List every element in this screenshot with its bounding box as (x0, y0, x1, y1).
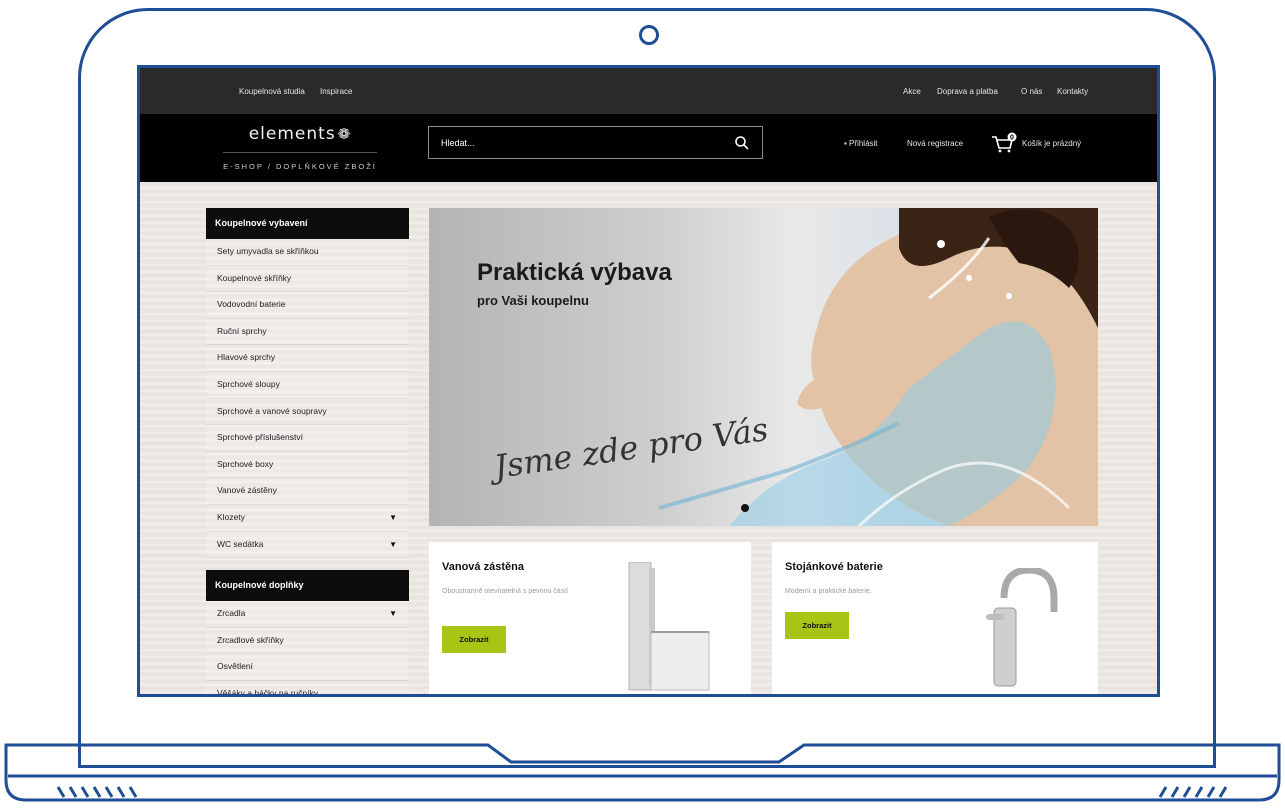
sidebar-item[interactable]: Sety umyvadla se skříňkou (206, 239, 409, 266)
sidebar-item[interactable]: Vodovodní baterie (206, 292, 409, 319)
cart-count: 0 (1010, 135, 1014, 142)
logo-subtitle: E-SHOP / DOPLŇKOVÉ ZBOŽÍ (223, 162, 377, 171)
hero-subtitle: pro Vaši koupelnu (477, 293, 589, 308)
card-title: Vanová zástěna (442, 561, 524, 573)
login-link[interactable]: ▪ Přihlásit (844, 139, 878, 148)
sidebar-item[interactable]: Sprchové příslušenství (206, 425, 409, 452)
sidebar-group-doplnky: Koupelnové doplňky Zrcadla ▼ Zrcadlové sk… (206, 570, 409, 694)
cart-link[interactable]: Košík je prázdný (1022, 139, 1081, 148)
sidebar-item[interactable]: Věšáky a háčky na ručníky (206, 680, 409, 694)
slider-dot[interactable] (741, 504, 749, 512)
topbar-link-doprava[interactable]: Doprava a platba (937, 87, 998, 96)
sidebar-heading[interactable]: Koupelnové vybavení (206, 208, 409, 239)
product-card-zastena[interactable]: Vanová zástěna Oboustranně otevíratelná … (429, 542, 751, 694)
search-input[interactable] (439, 133, 723, 153)
topbar-link-studia[interactable]: Koupelnová studia (239, 87, 305, 96)
sidebar-item[interactable]: Sprchové boxy (206, 451, 409, 479)
logo-divider (223, 152, 377, 153)
card-description: Oboustranně otevíratelná s pevnou částí (442, 588, 569, 595)
hero-title: Praktická výbava (477, 259, 672, 286)
topbar-link-o-nas[interactable]: O nás (1021, 87, 1042, 96)
sidebar-item[interactable]: Sprchové sloupy (206, 371, 409, 399)
sidebar-item[interactable]: Sprchové a vanové soupravy (206, 398, 409, 426)
sidebar-heading[interactable]: Koupelnové doplňky (206, 570, 409, 602)
sidebar-item[interactable]: Koupelnové skříňky (206, 265, 409, 293)
register-link[interactable]: Nová registrace (907, 139, 963, 148)
sidebar-item[interactable]: Hlavové sprchy (206, 345, 409, 372)
vent-left-icon (56, 786, 138, 798)
show-button[interactable]: Zobrazit (785, 612, 849, 639)
hero-banner[interactable]: Praktická výbava pro Vaši koupelnu Jsme … (429, 208, 1098, 526)
faucet-image (986, 568, 1058, 687)
card-title: Stojánkové baterie (785, 561, 883, 573)
top-bar: Koupelnová studia Inspirace Akce Doprava… (140, 68, 1157, 114)
flower-logo-icon: ❁ (337, 125, 352, 143)
chevron-down-icon[interactable]: ▼ (389, 505, 397, 531)
logo-word: elements (248, 124, 336, 144)
search-icon[interactable] (734, 135, 750, 151)
sidebar-item[interactable]: WC sedátka ▼ (206, 531, 409, 559)
sidebar-group-vybaveni: Koupelnové vybavení Sety umyvadla se skř… (206, 208, 409, 559)
cart-icon[interactable]: 0 (991, 132, 1017, 154)
sidebar-item[interactable]: Klozety ▼ (206, 504, 409, 532)
sidebar-item[interactable]: Zrcadlové skříňky (206, 627, 409, 655)
sidebar: Koupelnové vybavení Sety umyvadla se skř… (206, 208, 409, 694)
bath-screen-image (628, 562, 710, 691)
logo[interactable]: elements ❁ E-SHOP / DOPLŇKOVÉ ZBOŽÍ (203, 122, 397, 178)
topbar-link-inspirace[interactable]: Inspirace (320, 87, 352, 96)
product-card-baterie[interactable]: Stojánkové baterie Moderní a praktické b… (772, 542, 1098, 694)
sidebar-item[interactable]: Vanové zástěny (206, 478, 409, 505)
show-button[interactable]: Zobrazit (442, 626, 506, 653)
search-box (428, 126, 763, 159)
topbar-link-kontakty[interactable]: Kontakty (1057, 87, 1088, 96)
screen: Koupelnová studia Inspirace Akce Doprava… (137, 65, 1160, 697)
sidebar-item[interactable]: Zrcadla ▼ (206, 601, 409, 628)
sidebar-item[interactable]: Ruční sprchy (206, 318, 409, 346)
vent-right-icon (1158, 786, 1228, 798)
header: elements❁ E-SHOP / DOPLŇKOVÉ ZBOŽÍ ▪ Při… (140, 114, 1157, 182)
chevron-down-icon[interactable]: ▼ (389, 601, 397, 627)
chevron-down-icon[interactable]: ▼ (389, 532, 397, 558)
topbar-link-akce[interactable]: Akce (903, 87, 921, 96)
card-description: Moderní a praktické baterie. (785, 588, 872, 595)
sidebar-item[interactable]: Osvětlení (206, 654, 409, 681)
